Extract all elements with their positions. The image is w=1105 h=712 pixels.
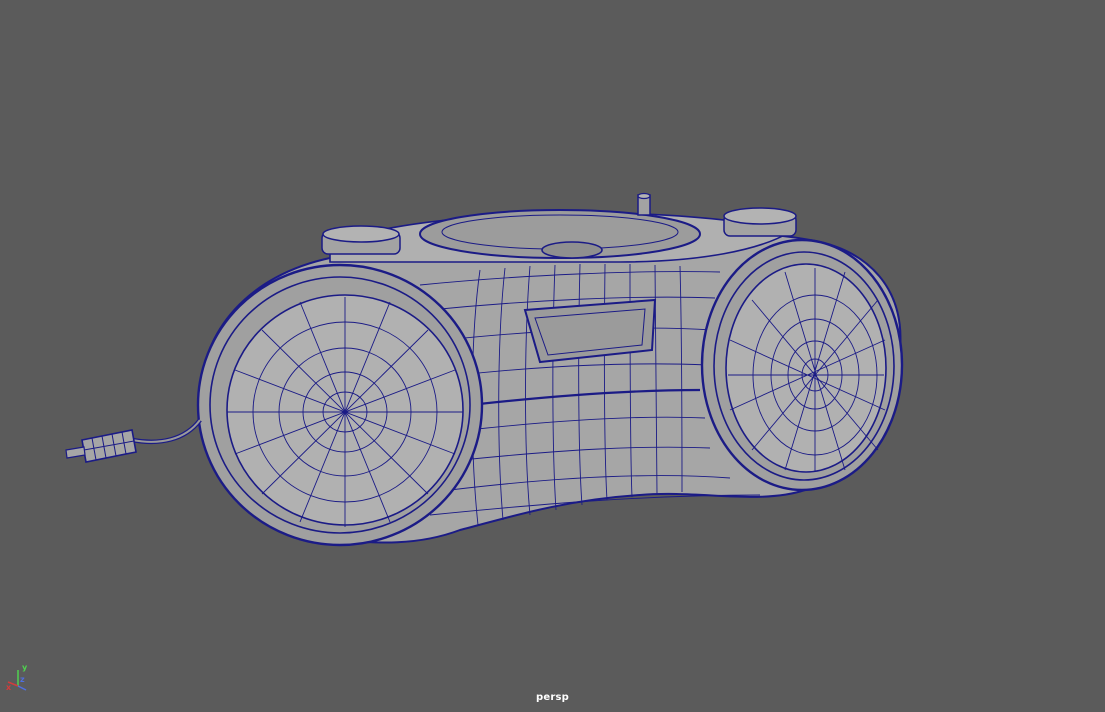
boombox-wireframe-model[interactable] (0, 0, 1105, 712)
power-plug (65, 429, 137, 463)
z-axis-line (17, 685, 27, 691)
right-top-knob (723, 207, 797, 237)
antenna-stub (637, 192, 651, 216)
axis-gizmo: y z x (6, 663, 28, 692)
y-axis-label: y (22, 663, 28, 672)
z-axis-label: z (20, 675, 25, 684)
left-top-knob (321, 225, 401, 255)
left-speaker (196, 263, 484, 547)
x-axis-label: x (6, 683, 12, 692)
cd-lid-handle (541, 241, 603, 259)
persp-viewport[interactable]: y z x persp (0, 0, 1105, 712)
right-speaker (700, 238, 904, 492)
camera-name-label: persp (536, 692, 569, 703)
